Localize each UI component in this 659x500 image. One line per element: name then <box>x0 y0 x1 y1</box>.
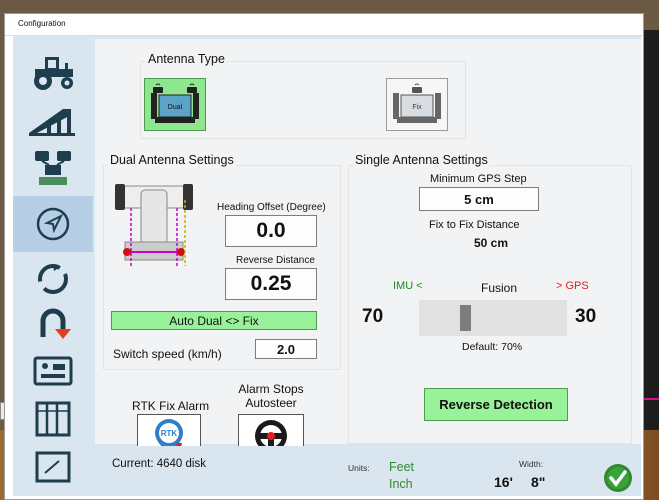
units-label: Units: <box>348 463 370 473</box>
rtk-badge: RTK <box>161 429 178 438</box>
window-title: Configuration <box>18 19 66 28</box>
fusion-slider-thumb[interactable] <box>460 305 471 331</box>
sidebar-item-uturn[interactable] <box>13 300 93 346</box>
imu-label: IMU < <box>393 280 423 292</box>
title-bar: Configuration <box>5 14 643 36</box>
sidebar-item-field-tools[interactable] <box>13 444 93 490</box>
auto-dual-fix-button[interactable]: Auto Dual <> Fix <box>111 311 317 330</box>
dual-label: Dual <box>168 104 183 111</box>
refresh-icon <box>38 264 68 294</box>
switch-speed-input[interactable]: 2.0 <box>255 339 317 359</box>
rtk-alarm-label: RTK Fix Alarm <box>132 399 210 413</box>
ok-button[interactable] <box>603 463 633 493</box>
antenna-icon <box>35 151 71 185</box>
tractor-icon <box>34 57 73 90</box>
width-label: Width: <box>519 459 544 469</box>
sidebar <box>13 36 93 496</box>
width-feet: 16' <box>494 474 513 490</box>
sidebar-item-navigation[interactable] <box>13 196 93 252</box>
single-antenna-icon: Fix <box>393 83 441 123</box>
alarm-stops-label-2: Autosteer <box>245 396 297 410</box>
circuit-board-icon <box>33 356 73 386</box>
dual-antenna-title: Dual Antenna Settings <box>108 153 236 167</box>
units-inch[interactable]: Inch <box>389 477 413 491</box>
single-antenna-title: Single Antenna Settings <box>353 153 490 167</box>
uturn-icon <box>40 308 71 339</box>
sidebar-item-hardware[interactable] <box>13 348 93 394</box>
sidebar-item-sections[interactable] <box>13 396 93 442</box>
reverse-detection-button[interactable]: Reverse Detection <box>424 388 568 421</box>
fusion-default-label: Default: 70% <box>462 341 523 353</box>
fusion-slider[interactable] <box>419 300 567 336</box>
sidebar-item-implement[interactable] <box>13 98 93 144</box>
dual-antenna-button[interactable]: Dual <box>144 78 206 131</box>
checkmark-icon <box>604 464 632 492</box>
fusion-label: Fusion <box>481 281 518 295</box>
units-feet[interactable]: Feet <box>389 460 414 474</box>
window-client: Antenna Type Dual Fix Dual Antenna Setti… <box>13 36 641 496</box>
alarm-stops-label-1: Alarm Stops <box>238 382 304 396</box>
fix-to-fix-label: Fix to Fix Distance <box>429 219 520 231</box>
gps-value: 30 <box>575 306 597 327</box>
sidebar-item-antenna[interactable] <box>13 146 93 192</box>
fix-to-fix-value: 50 cm <box>474 236 509 250</box>
gps-label: > GPS <box>556 280 589 292</box>
tractor-diagram-icon <box>115 184 193 266</box>
fix-antenna-button[interactable]: Fix <box>386 78 448 131</box>
fix-label: Fix <box>412 104 422 111</box>
sections-icon <box>35 401 71 437</box>
dual-antenna-icon: Dual <box>151 83 199 123</box>
current-vehicle-label: Current: 4640 disk <box>112 458 206 470</box>
antenna-type-label: Antenna Type <box>146 52 227 66</box>
width-inch: 8" <box>531 474 546 490</box>
min-gps-step-label: Minimum GPS Step <box>430 173 527 185</box>
reverse-distance-input[interactable]: 0.25 <box>225 268 317 300</box>
heading-offset-input[interactable]: 0.0 <box>225 215 317 247</box>
main-panel: Antenna Type Dual Fix Dual Antenna Setti… <box>95 39 641 457</box>
sidebar-item-vehicle[interactable] <box>13 50 93 96</box>
field-tools-icon <box>35 451 71 483</box>
heading-offset-label: Heading Offset (Degree) <box>217 202 326 213</box>
configuration-window: Configuration Antenna Type Dual Fix Dual… <box>4 13 644 500</box>
compass-arrow-icon <box>36 207 70 241</box>
switch-speed-label: Switch speed (km/h) <box>113 347 222 361</box>
imu-value: 70 <box>362 306 384 327</box>
reverse-distance-label: Reverse Distance <box>236 255 315 266</box>
min-gps-step-input[interactable]: 5 cm <box>419 187 539 211</box>
status-bar: Current: 4640 disk Units: Feet Inch Widt… <box>95 446 641 496</box>
sidebar-item-steer-cycle[interactable] <box>13 256 93 302</box>
implement-icon <box>29 109 75 136</box>
